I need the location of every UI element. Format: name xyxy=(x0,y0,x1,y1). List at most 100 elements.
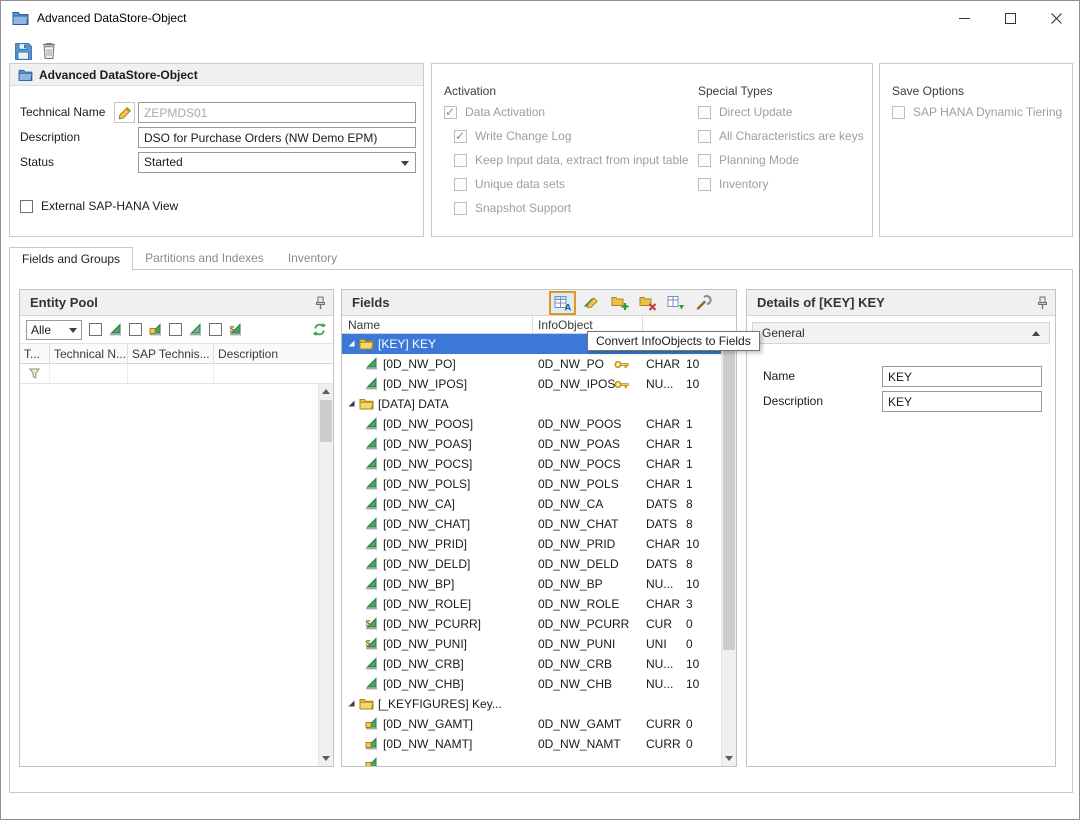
checkbox-planning-mode[interactable] xyxy=(698,154,711,167)
option-write-change-log[interactable]: Write Change Log xyxy=(444,124,688,148)
field-row[interactable]: $[0D_NW_PCURR]0D_NW_PCURRCUR0 xyxy=(342,614,721,634)
field-row[interactable]: [0D_NW_CHB]0D_NW_CHBNU...10 xyxy=(342,674,721,694)
option-planning-mode[interactable]: Planning Mode xyxy=(698,148,864,172)
entity-pool-table-body[interactable] xyxy=(20,384,333,766)
field-row[interactable]: [0D_NW_GAMT]0D_NW_GAMTCURR0 xyxy=(342,714,721,734)
expander-icon[interactable] xyxy=(347,339,356,348)
option-direct-update[interactable]: Direct Update xyxy=(698,100,864,124)
tab-fields-and-groups[interactable]: Fields and Groups xyxy=(9,247,133,270)
save-button[interactable] xyxy=(11,39,35,63)
column-header-type[interactable]: T... xyxy=(20,344,50,363)
field-group-row[interactable]: [_KEYFIGURES] Key... xyxy=(342,694,721,714)
column-header-infoobject[interactable]: InfoObject xyxy=(538,318,593,332)
scroll-thumb[interactable] xyxy=(723,350,735,650)
option-snapshot-support[interactable]: Snapshot Support xyxy=(444,196,688,220)
pin-icon[interactable] xyxy=(315,296,326,310)
save-options-box: Save Options SAP HANA Dynamic Tiering xyxy=(879,63,1073,237)
add-group-button[interactable] xyxy=(608,292,632,314)
checkbox-direct-update[interactable] xyxy=(698,106,711,119)
expander-icon[interactable] xyxy=(347,399,356,408)
field-row[interactable]: [0D_NW_CHAT]0D_NW_CHATDATS8 xyxy=(342,514,721,534)
option-data-activation[interactable]: Data Activation xyxy=(444,100,688,124)
field-name: [0D_NW_IPOS] xyxy=(383,374,467,394)
field-row[interactable]: [0D_NW_POCS]0D_NW_POCSCHAR1 xyxy=(342,454,721,474)
edit-infoobject-button[interactable] xyxy=(580,292,604,314)
field-row[interactable] xyxy=(342,754,721,766)
column-header-name[interactable]: Name xyxy=(348,318,380,332)
checkbox-sap-hana-dynamic-tiering[interactable] xyxy=(892,106,905,119)
checkbox-inventory[interactable] xyxy=(698,178,711,191)
edit-technical-name-button[interactable] xyxy=(114,102,135,123)
entity-pool-scrollbar[interactable] xyxy=(318,384,333,766)
collapse-icon[interactable] xyxy=(1032,331,1040,336)
field-row[interactable]: [0D_NW_NAMT]0D_NW_NAMTCURR0 xyxy=(342,734,721,754)
expander-icon[interactable] xyxy=(347,699,356,708)
detail-description-input[interactable] xyxy=(882,391,1042,412)
pin-icon[interactable] xyxy=(1037,296,1048,310)
field-row[interactable]: [0D_NW_PRID]0D_NW_PRIDCHAR10 xyxy=(342,534,721,554)
checkbox-unique-data-sets[interactable] xyxy=(454,178,467,191)
entity-pool-filter-dropdown[interactable]: Alle xyxy=(26,320,82,340)
scroll-up-icon[interactable] xyxy=(319,384,333,399)
checkbox-write-change-log[interactable] xyxy=(454,130,467,143)
field-row[interactable]: [0D_NW_DELD]0D_NW_DELDDATS8 xyxy=(342,554,721,574)
status-dropdown[interactable]: Started xyxy=(138,152,416,173)
scroll-down-icon[interactable] xyxy=(722,751,736,766)
tab-partitions-and-indexes[interactable]: Partitions and Indexes xyxy=(133,247,276,270)
option-sap-hana-dynamic-tiering[interactable]: SAP HANA Dynamic Tiering xyxy=(892,100,1062,124)
assign-group-button[interactable] xyxy=(664,292,688,314)
general-section-label: General xyxy=(762,326,805,340)
filter-currency-checkbox[interactable] xyxy=(209,323,222,336)
remove-group-button[interactable] xyxy=(636,292,660,314)
filter-units-checkbox[interactable] xyxy=(169,323,182,336)
field-row[interactable]: [0D_NW_POLS]0D_NW_POLSCHAR1 xyxy=(342,474,721,494)
option-inventory[interactable]: Inventory xyxy=(698,172,864,196)
column-header-description[interactable]: Description xyxy=(214,344,333,363)
detail-name-input[interactable] xyxy=(882,366,1042,387)
external-hana-view-checkbox[interactable] xyxy=(20,200,33,213)
field-row[interactable]: [0D_NW_CRB]0D_NW_CRBNU...10 xyxy=(342,654,721,674)
field-group-row[interactable]: [DATA] DATA xyxy=(342,394,721,414)
refresh-icon[interactable] xyxy=(312,322,327,337)
field-row[interactable]: $[0D_NW_PUNI]0D_NW_PUNIUNI0 xyxy=(342,634,721,654)
field-row[interactable]: [0D_NW_BP]0D_NW_BPNU...10 xyxy=(342,574,721,594)
field-row[interactable]: [0D_NW_IPOS]0D_NW_IPOSNU...10 xyxy=(342,374,721,394)
field-row[interactable]: [0D_NW_POOS]0D_NW_POOSCHAR1 xyxy=(342,414,721,434)
option-unique-data-sets[interactable]: Unique data sets xyxy=(444,172,688,196)
checkbox-keep-input-data-extract-from-input-table[interactable] xyxy=(454,154,467,167)
field-row[interactable]: [0D_NW_POAS]0D_NW_POASCHAR1 xyxy=(342,434,721,454)
column-header-sap-technical[interactable]: SAP Technis... xyxy=(128,344,214,363)
general-section-header[interactable]: General xyxy=(752,322,1050,344)
scroll-down-icon[interactable] xyxy=(319,751,333,766)
option-keep-input-data-extract-from-input-table[interactable]: Keep Input data, extract from input tabl… xyxy=(444,148,688,172)
delete-button[interactable] xyxy=(37,39,61,63)
tab-bar: Fields and Groups Partitions and Indexes… xyxy=(9,247,349,270)
scroll-thumb[interactable] xyxy=(320,400,332,442)
entity-pool-table-header: T... Technical N... SAP Technis... Descr… xyxy=(20,344,333,364)
minimize-button[interactable] xyxy=(941,1,987,35)
field-row[interactable]: [0D_NW_PO]0D_NW_POCHAR10 xyxy=(342,354,721,374)
adso-icon xyxy=(18,69,33,81)
app-icon xyxy=(12,11,29,25)
external-hana-view-row[interactable]: External SAP-HANA View xyxy=(20,194,178,218)
column-header-technical-name[interactable]: Technical N... xyxy=(50,344,128,363)
filter-characteristics-checkbox[interactable] xyxy=(89,323,102,336)
entity-pool-filter-row[interactable] xyxy=(20,364,333,384)
checkbox-all-characteristics-are-keys[interactable] xyxy=(698,130,711,143)
fields-scrollbar[interactable] xyxy=(721,334,736,766)
tab-inventory[interactable]: Inventory xyxy=(276,247,349,270)
close-button[interactable] xyxy=(1033,1,1079,35)
fields-tree[interactable]: [KEY] KEY[0D_NW_PO]0D_NW_POCHAR10[0D_NW_… xyxy=(342,334,721,766)
manage-keys-button[interactable] xyxy=(692,292,716,314)
maximize-button[interactable] xyxy=(987,1,1033,35)
field-row[interactable]: [0D_NW_CA]0D_NW_CADATS8 xyxy=(342,494,721,514)
convert-infoobjects-button[interactable]: A xyxy=(549,291,576,315)
technical-name-input[interactable] xyxy=(138,102,416,123)
option-all-characteristics-are-keys[interactable]: All Characteristics are keys xyxy=(698,124,864,148)
description-input[interactable] xyxy=(138,127,416,148)
field-row[interactable]: [0D_NW_ROLE]0D_NW_ROLECHAR3 xyxy=(342,594,721,614)
checkbox-data-activation[interactable] xyxy=(444,106,457,119)
filter-keyfigures-checkbox[interactable] xyxy=(129,323,142,336)
checkbox-snapshot-support[interactable] xyxy=(454,202,467,215)
field-type: DATS xyxy=(646,554,677,574)
